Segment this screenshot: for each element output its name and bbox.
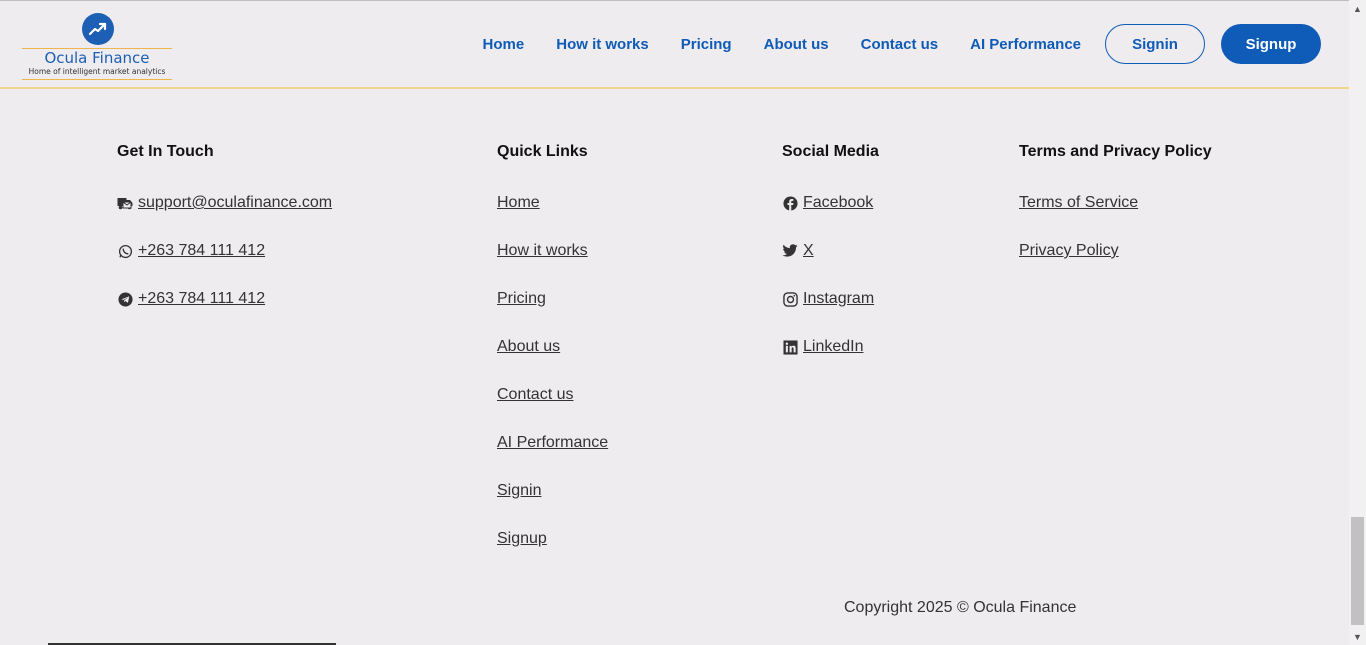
social-linkedin-item: LinkedIn [782, 338, 864, 356]
footer-terms: Terms and Privacy Policy Terms of Servic… [1019, 142, 1249, 259]
vertical-scrollbar[interactable]: ▲ ▼ [1349, 0, 1366, 645]
scroll-down-arrow-icon[interactable]: ▼ [1349, 628, 1366, 645]
quick-link-item: How it works [497, 242, 588, 260]
contact-email-item: support@oculafinance.com [117, 194, 332, 212]
linkedin-icon [782, 339, 798, 355]
terms-item: Privacy Policy [1019, 242, 1119, 260]
terms-item: Terms of Service [1019, 194, 1138, 212]
telegram-icon [117, 291, 133, 307]
trend-up-icon [82, 13, 114, 45]
quick-link-ai-performance[interactable]: AI Performance [497, 434, 608, 452]
footer-get-in-touch: Get In Touch support@oculafinance.com +2… [117, 142, 447, 307]
contact-telegram-item: +263 784 111 412 [117, 290, 265, 308]
quick-link-item: Pricing [497, 290, 546, 308]
contact-email-link[interactable]: support@oculafinance.com [138, 194, 332, 212]
signin-button[interactable]: Signin [1105, 24, 1205, 64]
brand-logo[interactable]: Ocula Finance Home of intelligent market… [22, 13, 172, 81]
shipping-mail-icon [117, 195, 133, 211]
get-in-touch-heading: Get In Touch [117, 143, 214, 160]
quick-link-home[interactable]: Home [497, 194, 540, 212]
quick-link-contact-us[interactable]: Contact us [497, 386, 573, 404]
contact-whatsapp-link[interactable]: +263 784 111 412 [138, 242, 265, 260]
nav-pricing[interactable]: Pricing [681, 36, 732, 53]
quick-link-item: AI Performance [497, 434, 608, 452]
main-nav: Home How it works Pricing About us Conta… [483, 24, 1321, 64]
footer-quick-links: Quick Links Home How it works Pricing Ab… [497, 142, 697, 547]
twitter-icon [782, 243, 798, 259]
footer-social-media: Social Media Facebook X Instagram Linked… [782, 142, 982, 355]
quick-link-item: Home [497, 194, 540, 212]
quick-link-item: Signin [497, 482, 541, 500]
quick-link-pricing[interactable]: Pricing [497, 290, 546, 308]
brand-name: Ocula Finance [44, 49, 150, 67]
social-x-link[interactable]: X [803, 242, 814, 260]
social-facebook-item: Facebook [782, 194, 873, 212]
quick-link-signin[interactable]: Signin [497, 482, 541, 500]
instagram-icon [782, 291, 798, 307]
quick-link-signup[interactable]: Signup [497, 530, 547, 548]
social-x-item: X [782, 242, 814, 260]
copyright-text: Copyright 2025 © Ocula Finance [844, 599, 1077, 616]
quick-link-about-us[interactable]: About us [497, 338, 560, 356]
social-media-heading: Social Media [782, 143, 879, 160]
brand-tagline: Home of intelligent market analytics [28, 67, 166, 76]
quick-link-item: About us [497, 338, 560, 356]
social-linkedin-link[interactable]: LinkedIn [803, 338, 864, 356]
scrollbar-thumb[interactable] [1351, 517, 1364, 625]
signup-button[interactable]: Signup [1221, 24, 1321, 64]
privacy-policy-link[interactable]: Privacy Policy [1019, 242, 1119, 260]
whatsapp-icon [117, 243, 133, 259]
social-instagram-link[interactable]: Instagram [803, 290, 874, 308]
nav-home[interactable]: Home [483, 36, 525, 53]
scroll-up-arrow-icon[interactable]: ▲ [1349, 0, 1366, 17]
quick-link-how-it-works[interactable]: How it works [497, 242, 588, 260]
contact-whatsapp-item: +263 784 111 412 [117, 242, 265, 260]
contact-telegram-link[interactable]: +263 784 111 412 [138, 290, 265, 308]
nav-how-it-works[interactable]: How it works [556, 36, 649, 53]
logo-rule-bottom [22, 79, 172, 80]
nav-ai-performance[interactable]: AI Performance [970, 36, 1081, 53]
quick-links-heading: Quick Links [497, 143, 588, 160]
facebook-icon [782, 195, 798, 211]
nav-contact-us[interactable]: Contact us [861, 36, 939, 53]
social-instagram-item: Instagram [782, 290, 874, 308]
social-facebook-link[interactable]: Facebook [803, 194, 873, 212]
nav-about-us[interactable]: About us [764, 36, 829, 53]
site-header: Ocula Finance Home of intelligent market… [0, 1, 1349, 89]
quick-link-item: Contact us [497, 386, 573, 404]
terms-heading: Terms and Privacy Policy [1019, 143, 1212, 160]
quick-link-item: Signup [497, 530, 547, 548]
terms-of-service-link[interactable]: Terms of Service [1019, 194, 1138, 212]
